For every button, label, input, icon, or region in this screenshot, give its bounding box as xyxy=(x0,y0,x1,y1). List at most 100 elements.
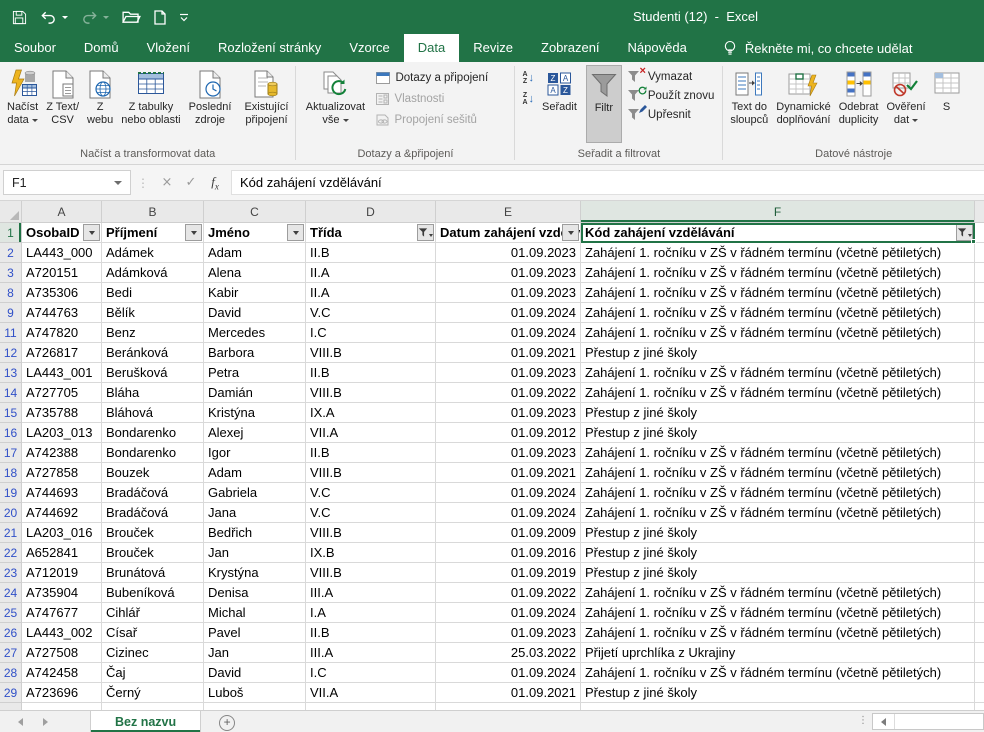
filter-button-A[interactable] xyxy=(83,224,100,241)
cell[interactable]: Bondarenko xyxy=(102,423,204,443)
queries-connections-button[interactable]: Dotazy a připojení xyxy=(371,67,511,88)
sheet-nav-next-icon[interactable] xyxy=(43,718,48,726)
cell[interactable]: 01.09.2023 xyxy=(436,363,581,383)
qat-customize-button[interactable] xyxy=(179,13,189,22)
column-header-E[interactable]: E xyxy=(436,201,581,223)
cell[interactable]: Bouzek xyxy=(102,463,204,483)
cell[interactable]: Bedřich xyxy=(204,523,306,543)
row-header[interactable]: 24 xyxy=(0,583,22,603)
cell[interactable]: Černý xyxy=(102,683,204,703)
cell[interactable]: 01.09.2012 xyxy=(436,423,581,443)
cell[interactable]: Petra xyxy=(204,363,306,383)
cell[interactable]: Zahájení 1. ročníku v ZŠ v řádném termín… xyxy=(581,363,975,383)
header-cell-C1[interactable]: Jméno xyxy=(204,223,306,243)
cell[interactable]: A747820 xyxy=(22,323,102,343)
cell[interactable]: VIII.B xyxy=(306,563,436,583)
cell[interactable]: 01.09.2023 xyxy=(436,403,581,423)
cell[interactable]: Cizinec xyxy=(102,643,204,663)
cell[interactable]: II.B xyxy=(306,623,436,643)
cell[interactable]: LA203_013 xyxy=(22,423,102,443)
header-cell-E1[interactable]: Datum zahájení vzdělávání xyxy=(436,223,581,243)
cell[interactable]: David xyxy=(204,663,306,683)
cell[interactable]: III.A xyxy=(306,583,436,603)
cell[interactable]: A742388 xyxy=(22,443,102,463)
cell[interactable]: II.B xyxy=(306,443,436,463)
cell[interactable]: I.C xyxy=(306,323,436,343)
advanced-filter-button[interactable]: Upřesnit xyxy=(622,105,719,124)
cell[interactable]: Gabriela xyxy=(204,483,306,503)
cell[interactable]: 01.09.2023 xyxy=(436,243,581,263)
cell[interactable]: LA203_016 xyxy=(22,523,102,543)
row-header[interactable]: 18 xyxy=(0,463,22,483)
cell[interactable]: IX.A xyxy=(306,403,436,423)
cell[interactable]: Adámek xyxy=(102,243,204,263)
cell[interactable]: Přestup z jiné školy xyxy=(581,523,975,543)
cell[interactable]: 01.09.2009 xyxy=(436,523,581,543)
text-to-columns-button[interactable]: Text do sloupců xyxy=(726,65,772,143)
cell[interactable]: Zahájení 1. ročníku v ZŠ v řádném termín… xyxy=(581,243,975,263)
cell[interactable]: A735788 xyxy=(22,403,102,423)
cell[interactable]: Čaj xyxy=(102,663,204,683)
cell[interactable]: Císař xyxy=(102,623,204,643)
cell[interactable]: Zahájení 1. ročníku v ZŠ v řádném termín… xyxy=(581,443,975,463)
cell[interactable]: Přestup z jiné školy xyxy=(581,543,975,563)
cell[interactable]: A744693 xyxy=(22,483,102,503)
row-header[interactable]: 11 xyxy=(0,323,22,343)
filter-button-D[interactable] xyxy=(417,224,434,241)
cell[interactable]: Berušková xyxy=(102,363,204,383)
column-header-F[interactable]: F xyxy=(581,201,975,223)
cell[interactable]: LA443_000 xyxy=(22,243,102,263)
cell[interactable]: Michal xyxy=(204,603,306,623)
select-all-corner[interactable] xyxy=(0,201,22,223)
horizontal-scrollbar[interactable] xyxy=(872,713,984,730)
cell[interactable]: A744692 xyxy=(22,503,102,523)
cell[interactable]: Zahájení 1. ročníku v ZŠ v řádném termín… xyxy=(581,623,975,643)
cell[interactable]: Přijetí uprchlíka z Ukrajiny xyxy=(581,643,975,663)
cell[interactable]: Přestup z jiné školy xyxy=(581,423,975,443)
cell[interactable]: VIII.B xyxy=(306,523,436,543)
cell[interactable]: A712019 xyxy=(22,563,102,583)
cell[interactable]: I.A xyxy=(306,603,436,623)
tell-me-box[interactable]: Řekněte mi, co chcete udělat xyxy=(723,34,913,62)
from-text-csv-button[interactable]: Z Text/ CSV xyxy=(42,65,83,143)
cell[interactable]: Zahájení 1. ročníku v ZŠ v řádném termín… xyxy=(581,483,975,503)
sheet-nav-previous-icon[interactable] xyxy=(18,718,23,726)
column-header-B[interactable]: B xyxy=(102,201,204,223)
cell[interactable]: 01.09.2023 xyxy=(436,283,581,303)
cell[interactable]: Zahájení 1. ročníku v ZŠ v řádném termín… xyxy=(581,503,975,523)
tab-data[interactable]: Data xyxy=(404,34,459,62)
cell[interactable]: Jan xyxy=(204,543,306,563)
cell[interactable]: Zahájení 1. ročníku v ZŠ v řádném termín… xyxy=(581,323,975,343)
filter-button-F[interactable] xyxy=(956,224,973,241)
cell[interactable]: Brouček xyxy=(102,523,204,543)
cell[interactable]: 01.09.2024 xyxy=(436,503,581,523)
row-header[interactable]: 13 xyxy=(0,363,22,383)
cell[interactable]: VIII.B xyxy=(306,383,436,403)
cell[interactable]: A727508 xyxy=(22,643,102,663)
cell[interactable]: 01.09.2016 xyxy=(436,543,581,563)
from-table-range-button[interactable]: Z tabulky nebo oblasti xyxy=(117,65,184,143)
cell[interactable]: 01.09.2024 xyxy=(436,323,581,343)
row-header[interactable]: 16 xyxy=(0,423,22,443)
cell[interactable]: V.C xyxy=(306,303,436,323)
cell[interactable]: Zahájení 1. ročníku v ZŠ v řádném termín… xyxy=(581,663,975,683)
cell[interactable]: David xyxy=(204,303,306,323)
cell[interactable]: Zahájení 1. ročníku v ZŠ v řádném termín… xyxy=(581,383,975,403)
filter-button-B[interactable] xyxy=(185,224,202,241)
get-data-button[interactable]: Načíst data xyxy=(3,65,42,143)
cell[interactable]: 01.09.2024 xyxy=(436,603,581,623)
cell[interactable]: Jana xyxy=(204,503,306,523)
cell[interactable]: Přestup z jiné školy xyxy=(581,403,975,423)
cell[interactable]: Bláhová xyxy=(102,403,204,423)
cell[interactable]: Bělík xyxy=(102,303,204,323)
cell[interactable]: Kabir xyxy=(204,283,306,303)
consolidate-button-partial[interactable]: S xyxy=(930,65,964,143)
recent-sources-button[interactable]: Poslední zdroje xyxy=(185,65,236,143)
row-header[interactable]: 26 xyxy=(0,623,22,643)
save-button[interactable] xyxy=(12,10,27,25)
row-header[interactable]: 1 xyxy=(0,223,22,243)
formula-bar-grip[interactable]: ⋮ xyxy=(131,176,155,190)
cell[interactable]: 01.09.2019 xyxy=(436,563,581,583)
filter-button[interactable]: Filtr xyxy=(586,65,622,143)
cell[interactable]: Zahájení 1. ročníku v ZŠ v řádném termín… xyxy=(581,583,975,603)
